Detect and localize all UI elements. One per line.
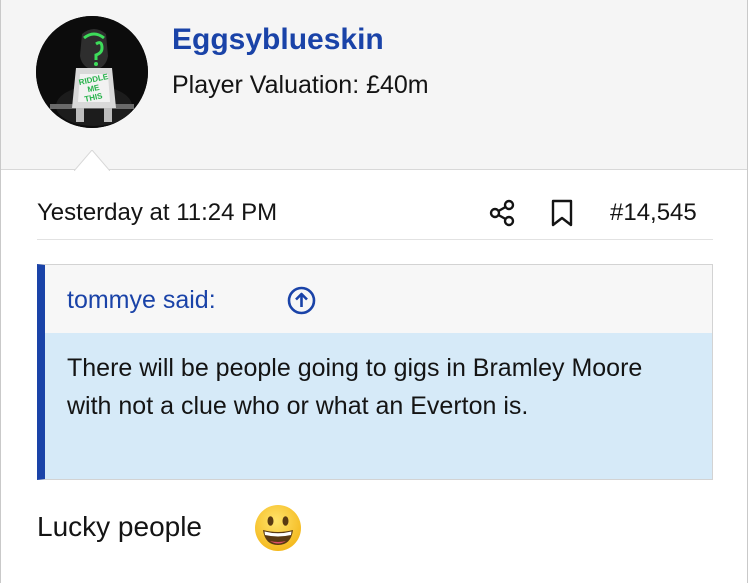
- meta-divider: [37, 239, 713, 240]
- share-icon[interactable]: [488, 199, 518, 227]
- username-link[interactable]: Eggsyblueskin: [172, 22, 384, 58]
- post-message: Lucky people: [37, 511, 203, 542]
- frame-right-border: [747, 0, 748, 583]
- quote-body: There will be people going to gigs in Br…: [45, 333, 712, 479]
- quote-header: tommye said:: [45, 265, 712, 333]
- riddler-avatar-icon: RIDDLE ME THIS: [36, 16, 148, 128]
- post-number-link[interactable]: #14,545: [610, 198, 697, 228]
- header-pointer-arrow: [74, 150, 110, 171]
- user-avatar[interactable]: RIDDLE ME THIS: [36, 16, 148, 128]
- quote-block: tommye said: There will be people going …: [37, 264, 713, 480]
- quote-text: There will be people going to gigs in Br…: [67, 354, 643, 420]
- grinning-face-emoji-icon: [255, 505, 301, 551]
- bookmark-icon[interactable]: [549, 199, 575, 227]
- user-title: Player Valuation: £40m: [172, 71, 429, 99]
- quote-author-link[interactable]: tommye said:: [67, 285, 216, 315]
- arrow-up-circle-icon[interactable]: [287, 286, 316, 315]
- post-date-link[interactable]: Yesterday at 11:24 PM: [37, 198, 277, 228]
